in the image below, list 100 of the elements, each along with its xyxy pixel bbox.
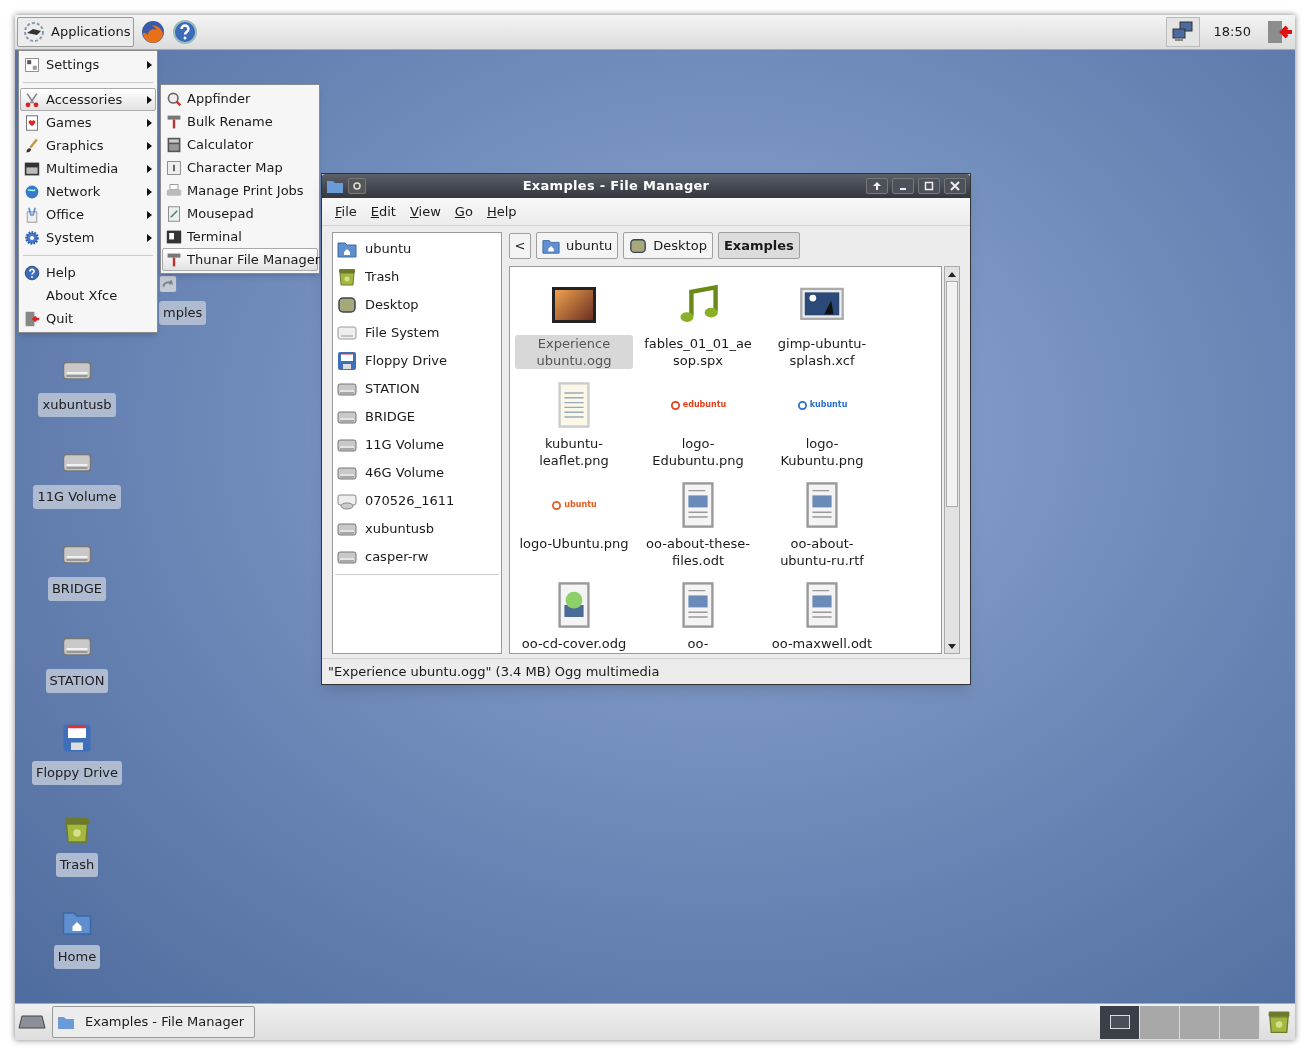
sidebar-item[interactable]: Trash (333, 263, 501, 291)
menu-item[interactable]: Manage Print Jobs (162, 179, 318, 202)
icon-view-entry[interactable]: fables_01_01_aesop.spx (636, 279, 760, 379)
path-button[interactable]: Desktop (623, 232, 713, 259)
menu-item[interactable]: Help (20, 261, 156, 284)
printer-icon (166, 182, 182, 199)
menu-bar-item[interactable]: View (409, 201, 441, 222)
menu-item[interactable]: Settings (20, 53, 156, 76)
sidebar-item[interactable]: STATION (333, 375, 501, 403)
menu-bar-item[interactable]: File (335, 201, 357, 222)
sidebar-item[interactable]: ubuntu (333, 235, 501, 263)
sidebar-item[interactable]: BRIDGE (333, 403, 501, 431)
workspace-pager-cell[interactable] (1220, 1005, 1260, 1039)
icon-view-entry[interactable]: ubuntu logo-Ubuntu.png (512, 479, 636, 579)
desktop-icon-label[interactable]: xubuntusb (38, 393, 116, 417)
folder-icon (57, 1014, 75, 1030)
desktop-icon-label[interactable]: Trash (55, 853, 99, 877)
menu-item[interactable]: System (20, 226, 156, 249)
menu-item[interactable]: Quit (20, 307, 156, 330)
menu-item[interactable]: Games (20, 111, 156, 134)
menu-item[interactable]: Graphics (20, 134, 156, 157)
menu-bar-item[interactable]: Edit (370, 201, 396, 222)
scrollbar[interactable] (944, 266, 960, 654)
menu-item[interactable]: Character Map (162, 156, 318, 179)
trash-icon (1266, 1009, 1292, 1035)
close-button[interactable] (944, 178, 966, 194)
icon-view-entry[interactable]: Experience ubuntu.ogg (512, 279, 636, 379)
menu-item[interactable]: Office (20, 203, 156, 226)
icon-view-entry[interactable]: edubuntu logo-Edubuntu.png (636, 379, 760, 479)
home-folder-icon (337, 239, 357, 259)
sidebar-item[interactable]: casper-rw (333, 543, 501, 571)
menu-bar-item[interactable]: Go (454, 201, 473, 222)
sidebar-item[interactable]: File System (333, 319, 501, 347)
sidebar-item[interactable]: 11G Volume (333, 431, 501, 459)
icon-view-entry[interactable]: oo-about-ubuntu-ru.rtf (760, 479, 884, 579)
desktop-icon-label[interactable]: Home (53, 945, 101, 969)
desktop-icon (629, 236, 648, 255)
menu-bar-item[interactable]: Help (486, 201, 517, 222)
logo-text: ubuntu (564, 499, 597, 511)
desktop-icon-label[interactable]: 11G Volume (33, 485, 121, 509)
menu-item[interactable]: Calculator (162, 133, 318, 156)
icon-view-entry[interactable]: oo-about-these-files.odt (636, 479, 760, 579)
globe-browser-icon[interactable] (140, 19, 167, 45)
globe-icon (24, 183, 40, 200)
status-bar-text: "Experience ubuntu.ogg" (3.4 MB) Ogg multimedia (328, 662, 660, 681)
sidebar-item[interactable]: Desktop (333, 291, 501, 319)
sidebar-item[interactable]: 46G Volume (333, 459, 501, 487)
workspace-pager-cell[interactable] (1100, 1005, 1140, 1039)
sidebar-item[interactable]: 070526_1611 (333, 487, 501, 515)
circle-icon (353, 182, 361, 190)
taskbar-button[interactable]: Examples - File Manager (52, 1006, 255, 1038)
menu-item[interactable]: Mousepad (162, 202, 318, 225)
sidebar-item[interactable]: xubuntusb (333, 515, 501, 543)
maximize-button[interactable] (918, 178, 940, 194)
network-button[interactable] (1165, 17, 1200, 47)
minimize-icon (900, 188, 906, 190)
sidebar-item[interactable]: Floppy Drive (333, 347, 501, 375)
disc-drive-icon (337, 491, 357, 511)
notepad-icon (166, 205, 182, 222)
desktop-icon-label[interactable]: mples (159, 301, 207, 325)
menu-item[interactable]: Appfinder (162, 87, 318, 110)
icon-view-entry[interactable]: oo-cd-cover.odg (512, 579, 636, 653)
workspace-pager-cell[interactable] (1180, 1005, 1220, 1039)
menu-item[interactable]: Bulk Rename (162, 110, 318, 133)
menu-item[interactable]: Network (20, 180, 156, 203)
workspace-pager-cell[interactable] (1140, 1005, 1180, 1039)
show-desktop-icon[interactable] (18, 1012, 46, 1032)
paint-roller-icon (166, 113, 182, 130)
minimize-button[interactable] (892, 178, 914, 194)
icon-view-entry[interactable]: oo-maxwell.odt (760, 579, 884, 653)
menu-item[interactable]: Accessories (20, 88, 156, 111)
scroll-down-arrow-icon[interactable] (948, 643, 956, 649)
menu-item[interactable]: Terminal (162, 225, 318, 248)
window-menu-button[interactable] (348, 178, 366, 194)
icon-view-entry[interactable]: oo- (636, 579, 760, 653)
icon-view-entry[interactable]: kubuntu logo-Kubuntu.png (760, 379, 884, 479)
menu-item[interactable]: Thunar File Manager (162, 248, 318, 271)
folder-icon[interactable] (326, 178, 344, 194)
up-arrow-button[interactable] (866, 178, 888, 194)
exit-door-icon (24, 310, 40, 327)
playing-card-icon (24, 114, 40, 131)
icon-view-entry[interactable]: kubuntu-leaflet.png (512, 379, 636, 479)
paintbrush-icon (24, 137, 40, 154)
maximize-icon (924, 181, 934, 191)
hard-drive-icon (337, 323, 357, 343)
menu-item[interactable]: Multimedia (20, 157, 156, 180)
path-button[interactable]: Examples (717, 232, 800, 259)
logo-text: kubuntu (809, 399, 848, 411)
back-button[interactable]: < (509, 232, 531, 259)
networked-computers-icon (1171, 21, 1194, 43)
desktop-icon-label[interactable]: STATION (45, 669, 109, 693)
icon-view-entry[interactable]: gimp-ubuntu-splash.xcf (760, 279, 884, 379)
desktop-icon-label[interactable]: Floppy Drive (32, 761, 122, 785)
help-icon[interactable] (172, 19, 199, 45)
applications-button[interactable]: Applications (17, 17, 135, 47)
path-button[interactable]: ubuntu (536, 232, 619, 259)
menu-item[interactable]: About Xfce (20, 284, 156, 307)
desktop-icon-label[interactable]: BRIDGE (47, 577, 107, 601)
logout-icon[interactable] (1265, 19, 1293, 45)
scroll-up-arrow-icon[interactable] (948, 271, 956, 277)
